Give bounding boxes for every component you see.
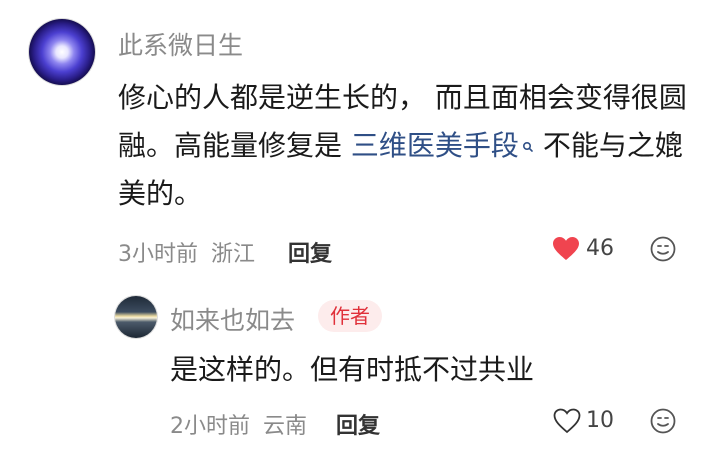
comment-text-line: 美的。	[118, 177, 203, 210]
like-count: 10	[586, 408, 614, 433]
comment-location: 浙江	[211, 242, 256, 267]
emoji-reaction-icon[interactable]	[650, 236, 676, 266]
comment-text-segment: 融。高能量修复是	[118, 129, 351, 162]
search-icon[interactable]	[522, 122, 534, 170]
reply-text: 是这样的。但有时抵不过共业	[170, 353, 535, 386]
comment-text-line: 融。高能量修复是 三维医美手段 不能与之媲	[118, 122, 698, 170]
comment-text: 修心的人都是逆生长的， 而且面相会变得很圆 融。高能量修复是 三维医美手段 不能…	[118, 74, 698, 218]
search-keyword-link[interactable]: 三维医美手段	[351, 129, 519, 162]
comment-username[interactable]: 此系微日生	[118, 26, 243, 62]
reply-meta: 2小时前 云南	[170, 408, 307, 440]
heart-outline-icon	[553, 408, 581, 434]
reply-username[interactable]: 如来也如去	[170, 301, 295, 337]
comment-text-segment: 不能与之媲	[533, 129, 683, 162]
author-badge: 作者	[318, 300, 382, 332]
comment-meta: 3小时前 浙江	[118, 236, 255, 268]
reply-button[interactable]: 回复	[336, 408, 380, 440]
like-count: 46	[586, 236, 614, 261]
avatar[interactable]	[29, 19, 95, 85]
heart-filled-icon	[553, 237, 579, 260]
reply-location: 云南	[263, 414, 308, 439]
avatar[interactable]	[115, 296, 157, 338]
reply-time: 2小时前	[170, 414, 250, 439]
reply-button[interactable]: 回复	[288, 236, 332, 268]
like-button[interactable]	[552, 236, 580, 266]
emoji-reaction-icon[interactable]	[650, 408, 676, 438]
comment-time: 3小时前	[118, 242, 198, 267]
like-button[interactable]	[553, 408, 581, 438]
comment-text-line: 修心的人都是逆生长的， 而且面相会变得很圆	[118, 81, 687, 114]
